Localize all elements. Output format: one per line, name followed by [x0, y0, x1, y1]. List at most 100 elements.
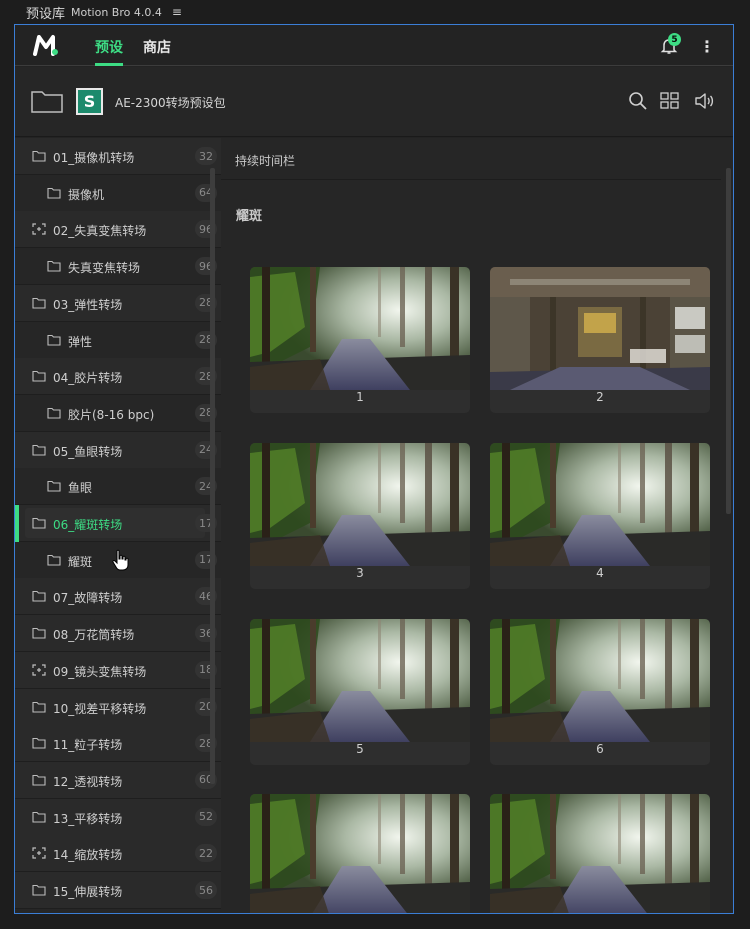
- preset-card-label: 2: [596, 390, 604, 404]
- sidebar-item-label: 12_透视转场: [53, 774, 123, 789]
- pack-thumbnail: S: [76, 88, 103, 115]
- folder-icon: [47, 554, 61, 566]
- sidebar-item[interactable]: 12_透视转场 60: [15, 761, 221, 799]
- preset-card[interactable]: 6: [490, 619, 710, 765]
- forest-preview-image: [250, 619, 470, 742]
- folder-icon: [47, 334, 61, 346]
- focus-icon: [32, 223, 46, 235]
- sidebar-item-label: 鱼眼: [68, 481, 93, 496]
- sidebar-item-count: 56: [195, 881, 217, 899]
- folder-icon: [47, 481, 61, 492]
- folder-icon: [32, 517, 46, 529]
- window-titlebar: 预设库 Motion Bro 4.0.4 ≡: [0, 0, 750, 24]
- sidebar-item[interactable]: 10_视差平移转场 20: [15, 688, 221, 726]
- sidebar-item[interactable]: 鱼眼 24: [15, 468, 221, 506]
- pack-title: AE-2300转场预设包: [115, 96, 226, 110]
- grid-view-icon[interactable]: [660, 91, 680, 111]
- preset-card-label: 4: [596, 566, 604, 580]
- preset-card-label: 6: [596, 742, 604, 756]
- preset-card[interactable]: 8: [490, 794, 710, 913]
- preset-card[interactable]: 5: [250, 619, 470, 765]
- sidebar-item-label: 13_平移转场: [53, 811, 123, 826]
- forest-preview-image: [490, 794, 710, 913]
- sidebar-item[interactable]: 03_弹性转场 28: [15, 284, 221, 322]
- motion-bro-logo: [33, 35, 58, 56]
- sidebar-item-count: 52: [195, 807, 217, 826]
- sidebar-item-label: 05_鱼眼转场: [53, 444, 123, 459]
- preset-card-label: 1: [356, 390, 364, 404]
- sidebar-item-label: 04_胶片转场: [53, 371, 123, 386]
- factory-preview-image: [490, 267, 710, 390]
- sidebar-scrollbar[interactable]: [210, 168, 215, 784]
- sidebar-item[interactable]: 弹性 28: [15, 321, 221, 359]
- folder-icon: [47, 407, 61, 419]
- sidebar-item-label: 01_摄像机转场: [53, 151, 135, 165]
- forest-preview-image: [490, 619, 710, 742]
- motion-bro-panel: 预设 商店 5 ⋮ S AE-2300转场预设包 01_摄像机转场 32 摄像机…: [14, 24, 734, 914]
- sidebar-item[interactable]: 胶片(8-16 bpc) 28: [15, 394, 221, 432]
- preset-card[interactable]: 7: [250, 794, 470, 913]
- sidebar-item-label: 失真变焦转场: [68, 261, 141, 276]
- top-navigation: 预设 商店 5 ⋮: [15, 25, 733, 66]
- sidebar-item-count: 32: [195, 147, 217, 165]
- sidebar-item-label: 03_弹性转场: [53, 297, 123, 312]
- sidebar-item[interactable]: 02_失真变焦转场 96: [15, 211, 221, 249]
- sidebar-item-label: 08_万花筒转场: [53, 628, 135, 643]
- app-version: Motion Bro 4.0.4: [71, 5, 162, 19]
- preset-content-area: 持续时间栏 耀斑 1 2 3 4 5 6: [221, 138, 733, 913]
- folder-icon: [32, 811, 46, 823]
- sidebar-item[interactable]: 07_故障转场 46: [15, 578, 221, 616]
- sidebar-item[interactable]: 15_伸展转场 56: [15, 872, 221, 909]
- folder-icon: [32, 884, 46, 896]
- folder-icon[interactable]: [31, 89, 63, 113]
- preset-card[interactable]: 2: [490, 267, 710, 413]
- folder-icon: [32, 628, 46, 639]
- sidebar-item[interactable]: 14_缩放转场 22: [15, 835, 221, 873]
- forest-preview-image: [250, 794, 470, 913]
- content-scrollbar[interactable]: [726, 168, 731, 514]
- forest-preview-image: [250, 443, 470, 566]
- preset-card-label: 3: [356, 566, 364, 580]
- sidebar-item[interactable]: 04_胶片转场 28: [15, 358, 221, 396]
- folder-icon: [32, 297, 46, 309]
- pack-header: S AE-2300转场预设包: [15, 67, 733, 137]
- active-tab-indicator: [95, 63, 123, 66]
- window-title: 预设库: [26, 6, 66, 22]
- folder-icon: [32, 738, 46, 749]
- mouse-pointer-icon: [112, 549, 129, 571]
- preset-card[interactable]: 1: [250, 267, 470, 413]
- sidebar-item-label: 02_失真变焦转场: [53, 224, 147, 239]
- sidebar-item-label: 09_镜头变焦转场: [53, 664, 147, 679]
- preset-card[interactable]: 4: [490, 443, 710, 589]
- folder-icon: [32, 444, 46, 456]
- sidebar-item-label: 07_故障转场: [53, 591, 123, 606]
- more-options-icon[interactable]: ⋮: [699, 37, 715, 56]
- tab-store[interactable]: 商店: [143, 37, 171, 57]
- sidebar-item[interactable]: 01_摄像机转场 32: [15, 138, 221, 175]
- speaker-icon[interactable]: [694, 91, 714, 111]
- search-icon[interactable]: [628, 91, 648, 111]
- category-sidebar: 01_摄像机转场 32 摄像机 64 02_失真变焦转场 96 失真变焦转场 96 03_弹性转…: [15, 138, 221, 913]
- hamburger-menu-icon[interactable]: ≡: [172, 5, 182, 19]
- sidebar-item-label: 14_缩放转场: [53, 848, 123, 863]
- sidebar-item[interactable]: 06_耀斑转场 17: [15, 505, 221, 542]
- duration-bar[interactable]: 持续时间栏: [221, 138, 721, 180]
- sidebar-item[interactable]: 11_粒子转场 28: [15, 725, 221, 763]
- sidebar-item-label: 弹性: [68, 334, 93, 349]
- sidebar-item[interactable]: 05_鱼眼转场 24: [15, 431, 221, 469]
- duration-bar-label: 持续时间栏: [235, 154, 296, 168]
- sidebar-item[interactable]: 失真变焦转场 96: [15, 248, 221, 286]
- focus-icon: [32, 847, 46, 859]
- tab-presets[interactable]: 预设: [95, 37, 123, 57]
- sidebar-item[interactable]: 13_平移转场 52: [15, 798, 221, 836]
- preset-card[interactable]: 3: [250, 443, 470, 589]
- sidebar-item-label: 胶片(8-16 bpc): [68, 407, 155, 422]
- folder-icon: [32, 701, 46, 713]
- sidebar-item-label: 摄像机: [68, 187, 105, 202]
- focus-icon: [32, 664, 46, 676]
- sidebar-item-count: 22: [195, 844, 217, 863]
- sidebar-item[interactable]: 09_镜头变焦转场 18: [15, 651, 221, 689]
- sidebar-item[interactable]: 摄像机 64: [15, 174, 221, 212]
- sidebar-item-label: 耀斑: [68, 554, 93, 569]
- sidebar-item[interactable]: 08_万花筒转场 36: [15, 615, 221, 653]
